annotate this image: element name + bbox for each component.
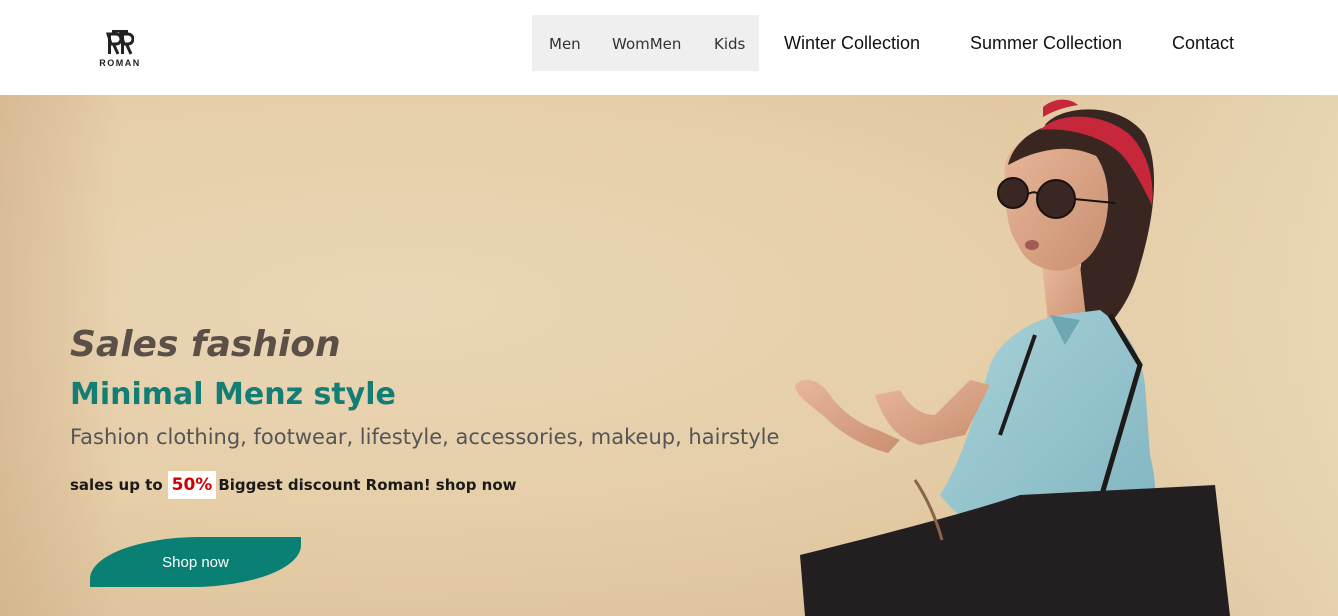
- roman-logo-icon: [106, 30, 134, 55]
- brand-logo[interactable]: ROMAN: [92, 30, 148, 76]
- hero-banner: Sales fashion Minimal Menz style Fashion…: [0, 95, 1338, 616]
- promo-line: sales up to 50% Biggest discount Roman! …: [70, 471, 517, 499]
- nav-kids[interactable]: Kids: [714, 35, 745, 53]
- promo-shop-now-link[interactable]: shop now: [436, 476, 517, 494]
- promo-prefix: sales up to: [70, 476, 163, 494]
- shop-now-button[interactable]: Shop now: [90, 537, 301, 587]
- site-header: ROMAN Men WomMen Kids Winter Collection …: [0, 0, 1338, 95]
- hero-subtitle: Minimal Menz style: [70, 377, 396, 412]
- nav-summer-collection[interactable]: Summer Collection: [970, 33, 1122, 54]
- nav-women[interactable]: WomMen: [612, 35, 681, 53]
- nav-winter-collection[interactable]: Winter Collection: [784, 33, 920, 54]
- category-nav: Men WomMen Kids: [532, 15, 759, 71]
- discount-badge: 50%: [167, 471, 217, 499]
- logo-text: ROMAN: [99, 58, 141, 68]
- nav-men[interactable]: Men: [549, 35, 581, 53]
- hero-model-image: [795, 99, 1230, 616]
- hero-title: Sales fashion: [70, 324, 341, 365]
- hero-description: Fashion clothing, footwear, lifestyle, a…: [70, 425, 780, 449]
- promo-middle: Biggest discount Roman!: [218, 476, 431, 494]
- nav-contact[interactable]: Contact: [1172, 33, 1234, 54]
